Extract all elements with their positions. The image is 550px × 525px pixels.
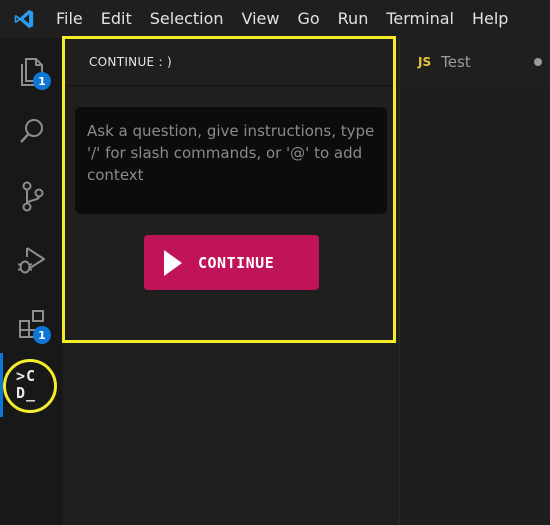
panel-title: CONTINUE : ) xyxy=(89,55,172,69)
javascript-icon: JS xyxy=(418,55,432,69)
menu-file[interactable]: File xyxy=(48,0,92,38)
menu-terminal[interactable]: Terminal xyxy=(377,0,463,38)
menu-view[interactable]: View xyxy=(233,0,289,38)
tab-test[interactable]: JS Test xyxy=(400,38,550,86)
extensions-button[interactable]: 1 xyxy=(0,298,63,350)
source-control-button[interactable] xyxy=(0,170,63,222)
continue-button[interactable]: CONTINUE xyxy=(144,235,319,290)
editor-area xyxy=(399,38,550,525)
menu-edit[interactable]: Edit xyxy=(92,0,141,38)
run-debug-button[interactable] xyxy=(0,234,63,286)
search-icon xyxy=(19,119,43,143)
menu-selection[interactable]: Selection xyxy=(141,0,233,38)
extensions-badge: 1 xyxy=(33,326,51,344)
activity-bar: 1 1 >C D_ xyxy=(0,38,64,525)
vscode-logo-icon xyxy=(0,0,48,38)
menu-help[interactable]: Help xyxy=(463,0,517,38)
menu-go[interactable]: Go xyxy=(288,0,328,38)
unsaved-dot-icon[interactable] xyxy=(534,58,542,66)
menu-bar: File Edit Selection View Go Run Terminal… xyxy=(0,0,550,38)
continue-logo-icon: >C D_ xyxy=(16,367,37,402)
menu-run[interactable]: Run xyxy=(329,0,378,38)
continue-extension-button[interactable]: >C D_ xyxy=(3,359,57,413)
search-button[interactable] xyxy=(0,106,63,158)
chat-input[interactable]: Ask a question, give instructions, type … xyxy=(75,107,387,214)
explorer-badge: 1 xyxy=(33,72,51,90)
continue-button-label: CONTINUE xyxy=(198,253,275,272)
run-debug-icon xyxy=(17,247,45,274)
explorer-button[interactable]: 1 xyxy=(0,46,63,98)
panel-header-divider xyxy=(66,85,394,86)
tab-label: Test xyxy=(441,53,471,71)
source-control-icon xyxy=(22,181,43,212)
play-icon xyxy=(164,249,182,276)
